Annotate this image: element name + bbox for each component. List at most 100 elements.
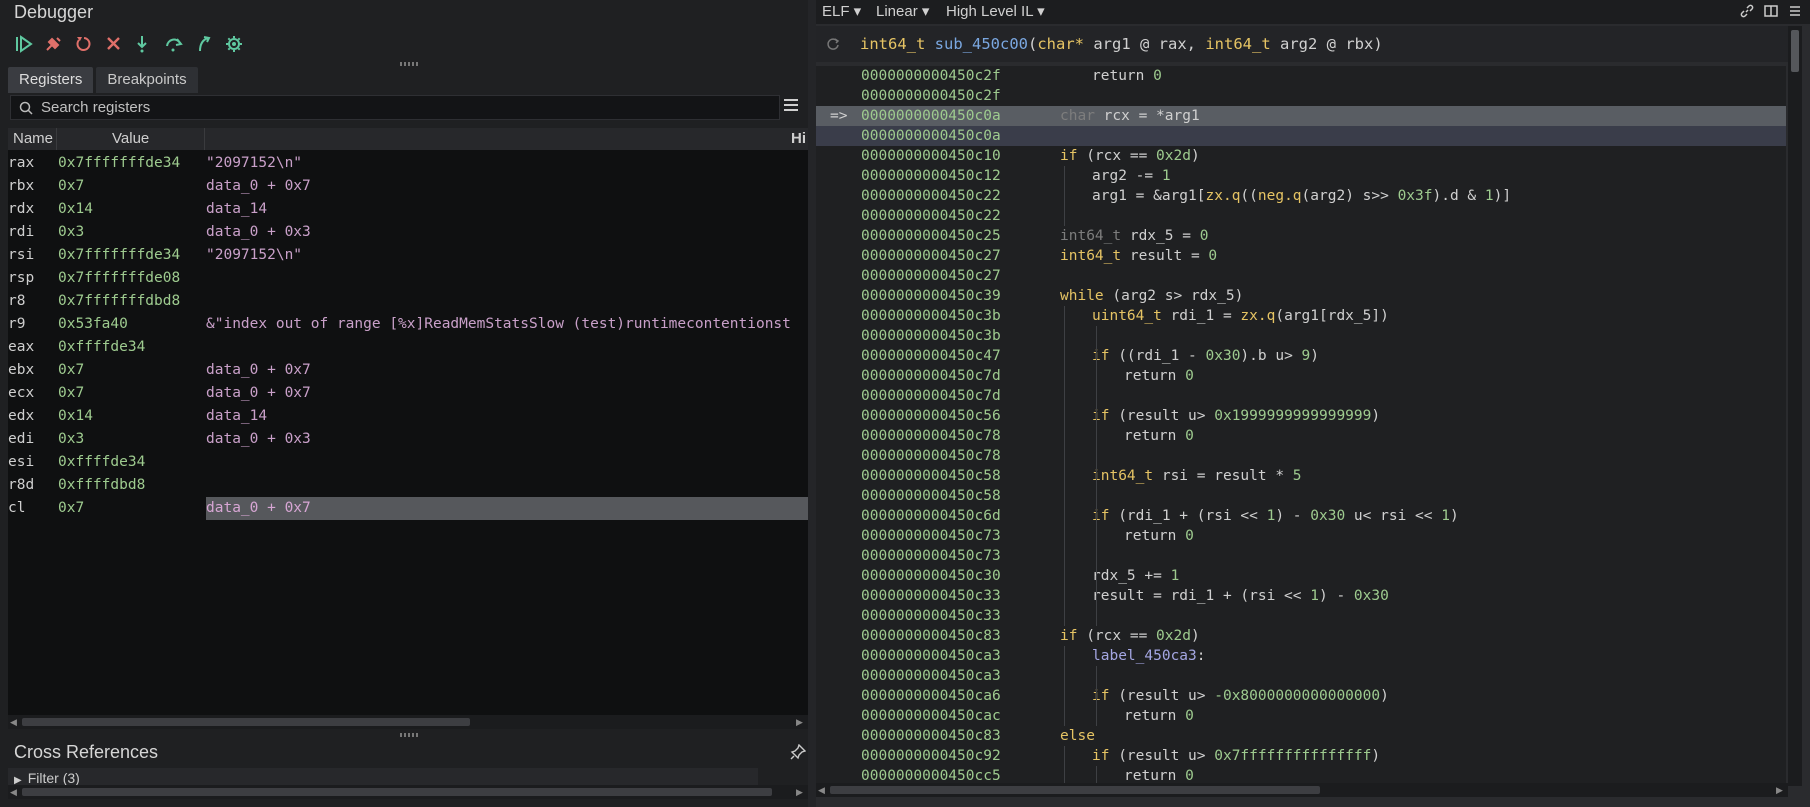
code-line[interactable]: => 0000000000450c0a char rcx = *arg1: [816, 106, 1786, 126]
code-text[interactable]: return 0: [1060, 426, 1194, 446]
code-line[interactable]: 0000000000450c83 if (rcx == 0x2d): [816, 626, 1786, 646]
hamburger-menu-icon[interactable]: [1788, 4, 1802, 18]
register-value[interactable]: 0x14: [58, 405, 93, 428]
tab-registers[interactable]: Registers: [8, 67, 94, 93]
layout-menu[interactable]: Linear ▾: [876, 2, 929, 20]
pin-icon[interactable]: [790, 743, 807, 765]
view-type-menu[interactable]: ELF ▾: [822, 2, 861, 20]
register-row[interactable]: esi 0xffffde34: [8, 451, 808, 474]
register-value[interactable]: 0x14: [58, 198, 93, 221]
code-text[interactable]: rdx_5 += 1: [1060, 566, 1179, 586]
code-address[interactable]: 0000000000450c47: [861, 346, 1001, 366]
horizontal-scrollbar[interactable]: ◀ ▶: [8, 715, 808, 729]
register-row[interactable]: rax 0x7fffffffde34 "2097152\n": [8, 152, 808, 175]
register-value[interactable]: 0x7fffffffde08: [58, 267, 180, 290]
code-address[interactable]: 0000000000450c58: [861, 486, 1001, 506]
code-line[interactable]: 0000000000450c73: [816, 546, 1786, 566]
code-address[interactable]: 0000000000450c3b: [861, 306, 1001, 326]
restart-icon[interactable]: [72, 32, 96, 56]
code-address[interactable]: 0000000000450c22: [861, 186, 1001, 206]
code-line[interactable]: 0000000000450c73 return 0: [816, 526, 1786, 546]
code-address[interactable]: 0000000000450c83: [861, 726, 1001, 746]
scroll-left-icon[interactable]: ◀: [10, 717, 20, 727]
code-address[interactable]: 0000000000450c78: [861, 446, 1001, 466]
register-row[interactable]: eax 0xffffde34: [8, 336, 808, 359]
code-address[interactable]: 0000000000450c78: [861, 426, 1001, 446]
code-horizontal-scrollbar[interactable]: ◀ ▶: [816, 783, 1788, 797]
code-line[interactable]: 0000000000450c47 if ((rdi_1 - 0x30).b u> …: [816, 346, 1786, 366]
function-signature[interactable]: int64_t sub_450c00(char* arg1 @ rax, int…: [860, 26, 1383, 62]
code-address[interactable]: 0000000000450c58: [861, 466, 1001, 486]
register-value[interactable]: 0xffffde34: [58, 451, 145, 474]
code-address[interactable]: 0000000000450cc5: [861, 766, 1001, 784]
register-row[interactable]: rbx 0x7 data_0 + 0x7: [8, 175, 808, 198]
code-text[interactable]: if (result u> 0x7fffffffffffffff): [1060, 746, 1380, 766]
il-level-menu[interactable]: High Level IL ▾: [946, 2, 1045, 20]
code-address[interactable]: 0000000000450c7d: [861, 386, 1001, 406]
code-address[interactable]: 0000000000450c3b: [861, 326, 1001, 346]
code-text[interactable]: return 0: [1060, 526, 1194, 546]
tab-breakpoints[interactable]: Breakpoints: [96, 67, 198, 93]
register-value[interactable]: 0x7: [58, 359, 84, 382]
code-text[interactable]: return 0: [1060, 766, 1194, 784]
register-row[interactable]: edx 0x14 data_14: [8, 405, 808, 428]
scroll-right-icon[interactable]: ▶: [796, 787, 806, 797]
resize-grip[interactable]: [400, 62, 418, 66]
code-text[interactable]: return 0: [1060, 66, 1162, 86]
code-line[interactable]: 0000000000450c22 arg1 = &arg1[zx.q((neg.q…: [816, 186, 1786, 206]
code-line[interactable]: 0000000000450c92 if (result u> 0x7fffffff…: [816, 746, 1786, 766]
function-name[interactable]: sub_450c00: [935, 35, 1028, 53]
register-row[interactable]: ecx 0x7 data_0 + 0x7: [8, 382, 808, 405]
detach-icon[interactable]: [42, 32, 66, 56]
code-text[interactable]: while (arg2 s> rdx_5): [1060, 286, 1243, 306]
code-address[interactable]: 0000000000450c2f: [861, 66, 1001, 86]
stop-icon[interactable]: [102, 32, 126, 56]
code-text[interactable]: if (rcx == 0x2d): [1060, 146, 1200, 166]
code-address[interactable]: 0000000000450c2f: [861, 86, 1001, 106]
code-line[interactable]: 0000000000450c78 return 0: [816, 426, 1786, 446]
code-text[interactable]: if (rdi_1 + (rsi << 1) - 0x30 u< rsi << …: [1060, 506, 1459, 526]
code-line[interactable]: 0000000000450c58: [816, 486, 1786, 506]
code-address[interactable]: 0000000000450c92: [861, 746, 1001, 766]
code-address[interactable]: 0000000000450ca6: [861, 686, 1001, 706]
code-address[interactable]: 0000000000450c39: [861, 286, 1001, 306]
code-address[interactable]: 0000000000450c7d: [861, 366, 1001, 386]
register-row[interactable]: edi 0x3 data_0 + 0x3: [8, 428, 808, 451]
code-line[interactable]: 0000000000450c7d return 0: [816, 366, 1786, 386]
code-text[interactable]: label_450ca3:: [1060, 646, 1206, 666]
code-text[interactable]: if ((rdi_1 - 0x30).b u> 9): [1060, 346, 1319, 366]
code-line[interactable]: 0000000000450c78: [816, 446, 1786, 466]
code-line[interactable]: 0000000000450c6d if (rdi_1 + (rsi << 1) -…: [816, 506, 1786, 526]
code-address[interactable]: 0000000000450c83: [861, 626, 1001, 646]
code-line[interactable]: 0000000000450cac return 0: [816, 706, 1786, 726]
code-address[interactable]: 0000000000450c0a: [861, 126, 1001, 146]
menu-icon[interactable]: [784, 99, 798, 111]
code-line[interactable]: 0000000000450c0a: [816, 126, 1786, 146]
register-value[interactable]: 0xffffdbd8: [58, 474, 145, 497]
register-row[interactable]: r8d 0xffffdbd8: [8, 474, 808, 497]
register-value[interactable]: 0x3: [58, 221, 84, 244]
register-value[interactable]: 0x7: [58, 497, 84, 520]
search-input[interactable]: Search registers: [41, 99, 150, 116]
register-value[interactable]: 0x7: [58, 175, 84, 198]
code-line[interactable]: 0000000000450c33: [816, 606, 1786, 626]
code-text[interactable]: int64_t rdx_5 = 0: [1060, 226, 1208, 246]
resize-grip-bottom[interactable]: [400, 733, 418, 737]
code-line[interactable]: 0000000000450c30 rdx_5 += 1: [816, 566, 1786, 586]
code-address[interactable]: 0000000000450c6d: [861, 506, 1001, 526]
code-address[interactable]: 0000000000450c33: [861, 586, 1001, 606]
code-text[interactable]: else: [1060, 726, 1095, 746]
register-value[interactable]: 0x7fffffffde34: [58, 244, 180, 267]
refresh-icon[interactable]: [826, 37, 840, 51]
code-address[interactable]: 0000000000450ca3: [861, 666, 1001, 686]
code-line[interactable]: 0000000000450ca6 if (result u> -0x8000000…: [816, 686, 1786, 706]
register-value[interactable]: 0x3: [58, 428, 84, 451]
code-line[interactable]: 0000000000450c83 else: [816, 726, 1786, 746]
code-text[interactable]: arg1 = &arg1[zx.q((neg.q(arg2) s>> 0x3f)…: [1060, 186, 1511, 206]
code-text[interactable]: return 0: [1060, 366, 1194, 386]
step-into-icon[interactable]: [132, 32, 156, 56]
code-address[interactable]: 0000000000450c73: [861, 526, 1001, 546]
register-row[interactable]: r9 0x53fa40 &"index out of range [%x]ReadM…: [8, 313, 808, 336]
register-row[interactable]: rdx 0x14 data_14: [8, 198, 808, 221]
code-line[interactable]: 0000000000450c27: [816, 266, 1786, 286]
